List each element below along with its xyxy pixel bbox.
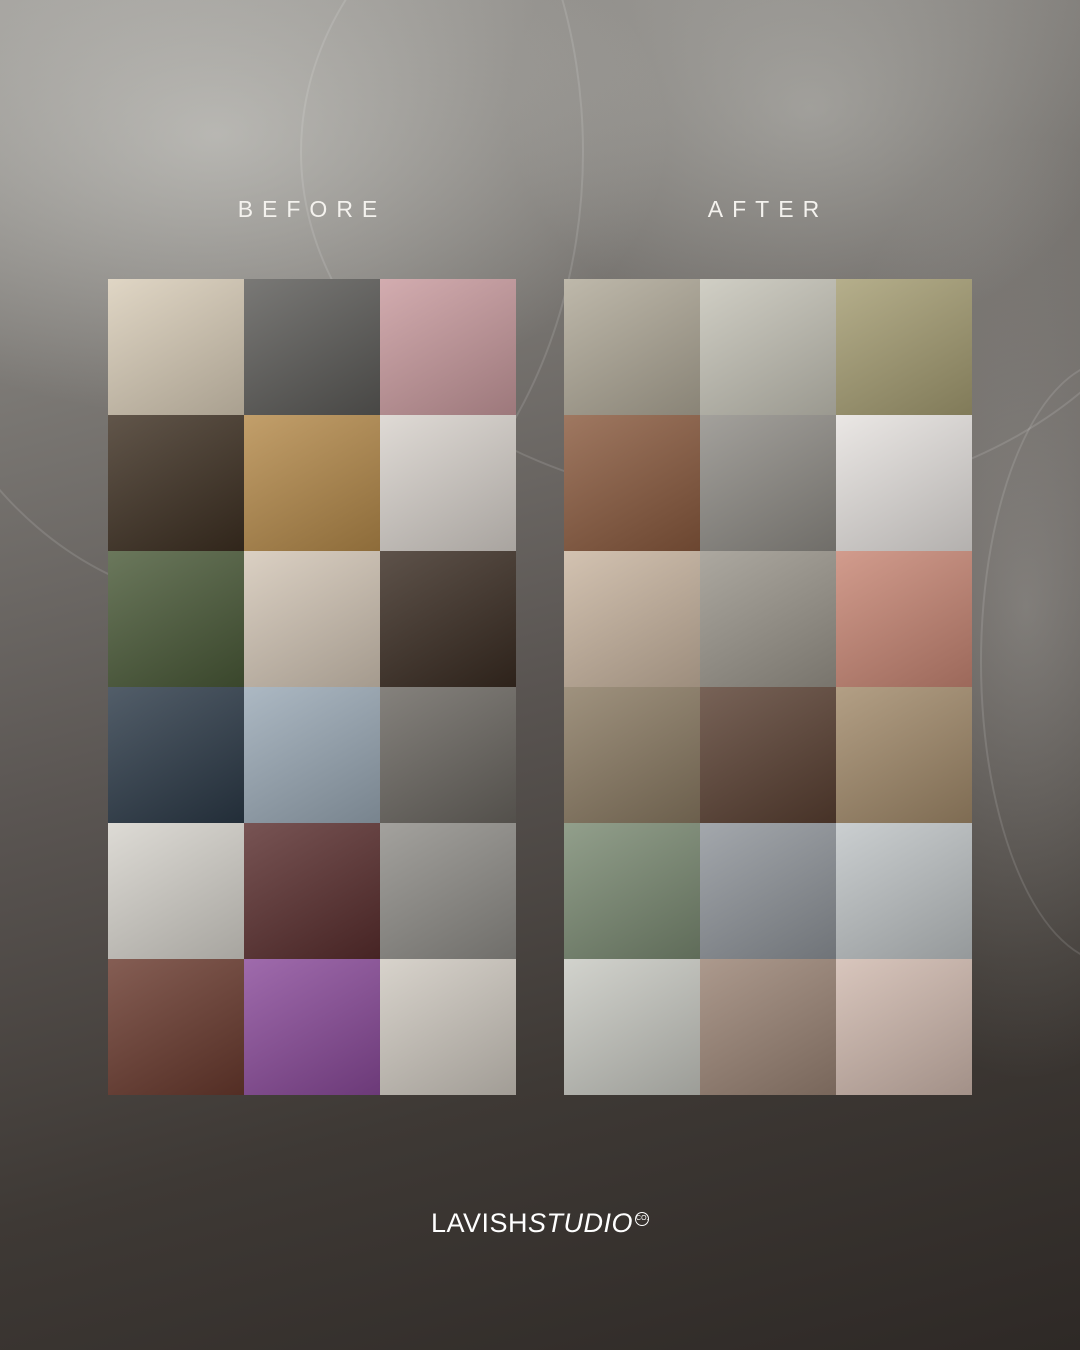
- floral-cake-photo: [380, 279, 516, 415]
- white-chairs-aisle-photo: [564, 823, 700, 959]
- bride-embrace-photo: [700, 959, 836, 1095]
- dessert-stand-photo: [836, 823, 972, 959]
- bouquet-invitation-photo: [380, 415, 516, 551]
- brand-logo: LAVISHSTUDIO CO.: [0, 1208, 1080, 1239]
- lakeside-aisle-photo: [244, 687, 380, 823]
- before-heading: BEFORE: [237, 196, 387, 222]
- candle-table-photo: [564, 279, 700, 415]
- smiling-couple-photo: [700, 687, 836, 823]
- bokeh-rings-photo: [380, 959, 516, 1095]
- brand-name-regular: LAVISH: [430, 1208, 529, 1238]
- bride-groom-hearts-photo: [244, 551, 380, 687]
- running-couple-photo: [700, 551, 836, 687]
- dried-flower-cake-photo: [564, 415, 700, 551]
- rings-on-lace-photo: [108, 279, 244, 415]
- peach-roses-photo: [836, 551, 972, 687]
- banquet-table-photo: [836, 687, 972, 823]
- string-lights-dance-photo: [380, 551, 516, 687]
- purple-dance-floor-photo: [244, 959, 380, 1095]
- holding-hands-photo: [108, 551, 244, 687]
- cake-flowers-photo: [108, 959, 244, 1095]
- brand-mark: CO.: [635, 1212, 650, 1226]
- couple-shadow-photo: [244, 279, 380, 415]
- stairs-couple-photo: [380, 687, 516, 823]
- before-photo-grid: [108, 279, 516, 1095]
- after-photo-grid: [564, 279, 972, 1095]
- cherry-glasses-photo: [836, 415, 972, 551]
- invitation-card-photo: [380, 823, 516, 959]
- golden-ballroom-photo: [244, 415, 380, 551]
- dancing-couple-photo: [244, 823, 380, 959]
- arch-ceremony-photo: [108, 823, 244, 959]
- brand-name-italic: STUDIO: [528, 1208, 634, 1238]
- napkin-place-setting-photo: [564, 551, 700, 687]
- wedding-car-photo: [108, 687, 244, 823]
- greenery-initial-photo: [836, 279, 972, 415]
- road-couple-photo: [700, 823, 836, 959]
- pink-floral-table-photo: [836, 959, 972, 1095]
- after-heading: AFTER: [707, 196, 829, 222]
- tiered-cake-night-photo: [108, 415, 244, 551]
- groom-carrying-bride-photo: [700, 415, 836, 551]
- garden-cart-photo: [564, 687, 700, 823]
- vintage-car-couple-photo: [700, 279, 836, 415]
- white-reception-photo: [564, 959, 700, 1095]
